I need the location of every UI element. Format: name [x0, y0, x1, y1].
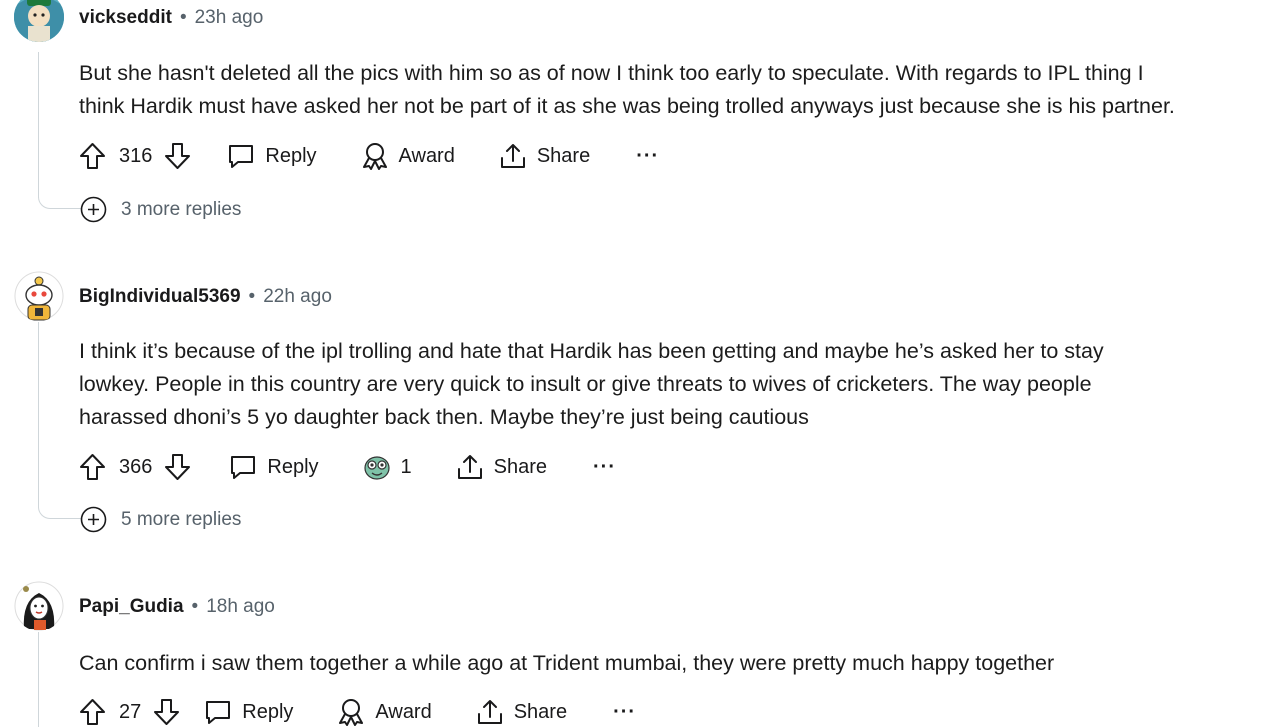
more-replies-label: 5 more replies — [121, 508, 242, 530]
more-replies-label: 3 more replies — [121, 198, 242, 220]
comment-header: BigIndividual5369 • 22h ago — [79, 286, 332, 308]
comment-body: I think it’s because of the ipl trolling… — [79, 335, 1104, 434]
reply-label: Reply — [265, 144, 317, 167]
comment-header: vickseddit • 23h ago — [79, 7, 263, 29]
share-icon — [477, 700, 502, 724]
comment-bubble-icon — [229, 145, 254, 168]
award-ribbon-icon — [362, 143, 387, 170]
vote-count: 366 — [119, 455, 153, 478]
comment-line: harassed dhoni’s 5 yo daughter back then… — [79, 405, 809, 429]
separator-dot: • — [179, 7, 187, 28]
comment-bubble-icon — [231, 456, 256, 479]
more-options-icon[interactable]: ··· — [636, 145, 659, 168]
thread-curve — [38, 180, 81, 209]
award-ribbon-icon — [339, 699, 364, 726]
downvote-icon[interactable] — [153, 698, 180, 726]
separator-dot: • — [191, 596, 199, 617]
timestamp[interactable]: 23h ago — [195, 7, 264, 29]
comment-line: lowkey. People in this country are very … — [79, 372, 1092, 396]
reply-button[interactable]: Reply — [229, 454, 319, 480]
comment-bubble-icon — [206, 701, 231, 724]
avatar[interactable] — [14, 0, 64, 42]
comment-line: Can confirm i saw them together a while … — [79, 651, 1055, 675]
comment-body: But she hasn't deleted all the pics with… — [79, 57, 1175, 123]
avatar-icon — [14, 0, 64, 42]
share-label: Share — [536, 144, 591, 167]
upvote-icon[interactable] — [79, 142, 106, 170]
comment-line: But she hasn't deleted all the pics with… — [79, 61, 1144, 85]
more-options-icon[interactable]: ··· — [613, 701, 636, 724]
separator-dot: • — [248, 286, 256, 307]
award-button[interactable]: Award — [361, 142, 455, 170]
plus-circle-icon — [80, 506, 107, 533]
downvote-icon[interactable] — [164, 142, 191, 170]
thread-line[interactable] — [38, 632, 39, 727]
avatar[interactable] — [14, 271, 64, 321]
action-bar: 316 Reply Award Share ··· — [79, 140, 659, 172]
username[interactable]: BigIndividual5369 — [79, 286, 241, 308]
comment-body: Can confirm i saw them together a while … — [79, 647, 1054, 680]
thread-curve — [38, 490, 81, 519]
vote-count: 316 — [119, 144, 153, 167]
thread-line[interactable] — [38, 52, 39, 198]
avatar-icon — [14, 271, 64, 321]
thread-line[interactable] — [38, 322, 39, 508]
award-button[interactable]: Award — [337, 698, 432, 726]
username[interactable]: vickseddit — [79, 7, 172, 29]
more-options-icon[interactable]: ··· — [593, 456, 616, 479]
comment-header: Papi_Gudia • 18h ago — [79, 596, 275, 618]
share-icon — [457, 455, 482, 479]
reply-label: Reply — [267, 455, 319, 478]
award-count: 1 — [400, 455, 412, 478]
comment-line: I think it’s because of the ipl trolling… — [79, 339, 1104, 363]
more-replies-button[interactable]: 3 more replies — [80, 196, 241, 223]
award-emoji-icon — [363, 456, 390, 480]
reply-label: Reply — [242, 700, 294, 723]
avatar-icon — [14, 581, 64, 631]
award-button[interactable]: 1 — [363, 453, 412, 481]
share-label: Share — [513, 700, 568, 723]
share-button[interactable]: Share — [499, 142, 590, 170]
plus-circle-icon — [80, 196, 107, 223]
comment-line: think Hardik must have asked her not be … — [79, 94, 1175, 118]
reply-button[interactable]: Reply — [227, 143, 317, 169]
share-label: Share — [493, 455, 548, 478]
share-button[interactable]: Share — [476, 698, 567, 726]
vote-count: 27 — [119, 700, 142, 723]
timestamp[interactable]: 22h ago — [263, 286, 332, 308]
upvote-icon[interactable] — [79, 698, 106, 726]
upvote-icon[interactable] — [79, 453, 106, 481]
action-bar: 27 Reply Award Share ··· — [79, 696, 636, 728]
downvote-icon[interactable] — [164, 453, 191, 481]
share-button[interactable]: Share — [456, 453, 547, 481]
more-replies-button[interactable]: 5 more replies — [80, 506, 241, 533]
award-label: Award — [375, 700, 432, 723]
action-bar: 366 Reply 1 Share ··· — [79, 451, 616, 483]
share-icon — [500, 144, 525, 168]
timestamp[interactable]: 18h ago — [206, 596, 275, 618]
reply-button[interactable]: Reply — [204, 699, 293, 725]
award-label: Award — [398, 144, 455, 167]
username[interactable]: Papi_Gudia — [79, 596, 184, 618]
avatar[interactable] — [14, 581, 64, 631]
